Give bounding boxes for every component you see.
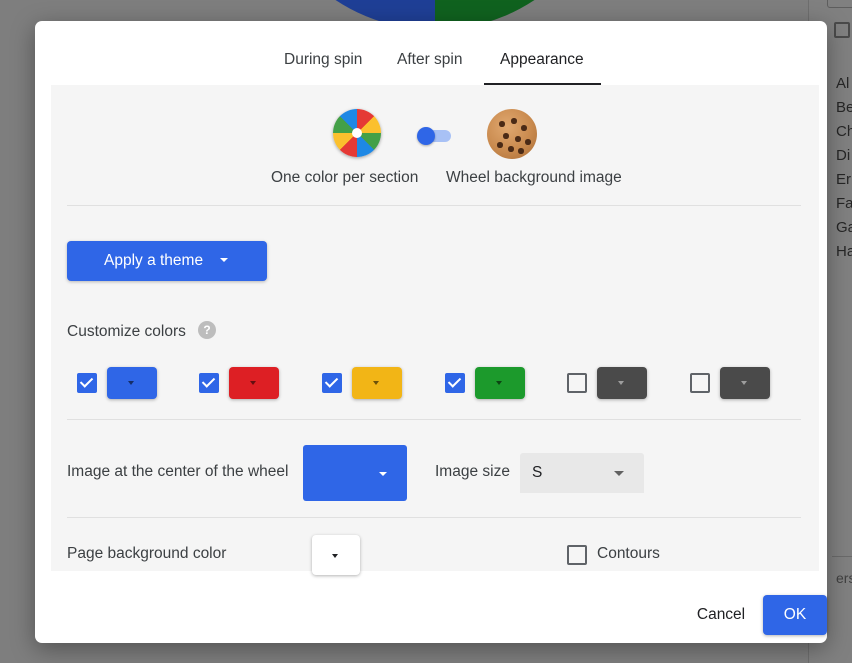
apply-theme-button[interactable]: Apply a theme [67,241,267,281]
color-slot-checkbox[interactable] [199,373,219,393]
image-size-select[interactable]: S [520,453,644,493]
color-swatch-dropdown[interactable] [475,367,525,399]
help-icon[interactable]: ? [198,321,216,339]
center-image-dropdown[interactable] [303,445,407,501]
list-item: Ch [836,123,852,140]
appearance-mode-toggle[interactable] [417,127,451,145]
background-divider [832,556,852,557]
color-slot-checkbox[interactable] [567,373,587,393]
background-footer-text: ers [836,570,852,586]
caret-down-icon [614,471,624,476]
list-item: Be [836,99,852,116]
tab-appearance[interactable]: Appearance [500,51,584,69]
list-item: Er [836,171,851,188]
wheel-background-image-label: Wheel background image [446,169,622,186]
caret-down-icon [250,381,256,385]
customize-dialog: During spin After spin Appearance One co… [35,21,827,643]
contours-label: Contours [597,545,660,562]
list-item: Al [836,75,850,92]
color-swatch-dropdown[interactable] [720,367,770,399]
customize-colors-label: Customize colors [67,323,186,340]
page-background-color-label: Page background color [67,545,227,562]
caret-down-icon [618,381,624,385]
center-image-label: Image at the center of the wheel [67,463,289,480]
divider [67,205,801,206]
color-swatch-dropdown[interactable] [352,367,402,399]
ok-button[interactable]: OK [763,595,827,635]
caret-down-icon [496,381,502,385]
color-slot-checkbox[interactable] [445,373,465,393]
one-color-per-section-label: One color per section [271,169,419,186]
tab-bar: During spin After spin Appearance [35,21,835,85]
color-swatch-dropdown[interactable] [107,367,157,399]
color-wheel-icon[interactable] [333,109,381,157]
page-background-color-dropdown[interactable] [312,535,360,575]
tab-during-spin[interactable]: During spin [284,51,362,69]
cookie-image-icon[interactable] [487,109,537,159]
list-item: Ha [836,243,852,260]
contours-checkbox[interactable] [567,545,587,565]
color-swatch-dropdown[interactable] [229,367,279,399]
tab-after-spin[interactable]: After spin [397,51,462,69]
caret-down-icon [379,472,387,476]
divider [67,517,801,518]
image-size-label: Image size [435,463,510,480]
background-checkbox [834,22,850,38]
cancel-button[interactable]: Cancel [687,595,755,635]
appearance-panel: One color per section Wheel background i… [51,85,819,575]
divider [67,419,801,420]
list-item: Di [836,147,851,164]
list-item: Fa [836,195,852,212]
caret-down-icon [373,381,379,385]
background-entry-list: Al Be Ch Di Er Fa Ga Ha [836,72,852,264]
list-item: Ga [836,219,852,236]
color-slot-checkbox[interactable] [77,373,97,393]
apply-theme-label: Apply a theme [104,252,204,269]
color-swatch-dropdown[interactable] [597,367,647,399]
image-size-value: S [532,464,543,481]
color-slot-checkbox[interactable] [690,373,710,393]
color-slot-checkbox[interactable] [322,373,342,393]
caret-down-icon [741,381,747,385]
caret-down-icon [220,258,228,262]
caret-down-icon [332,554,338,558]
appearance-mode-selector: One color per section Wheel background i… [51,85,819,205]
caret-down-icon [128,381,134,385]
